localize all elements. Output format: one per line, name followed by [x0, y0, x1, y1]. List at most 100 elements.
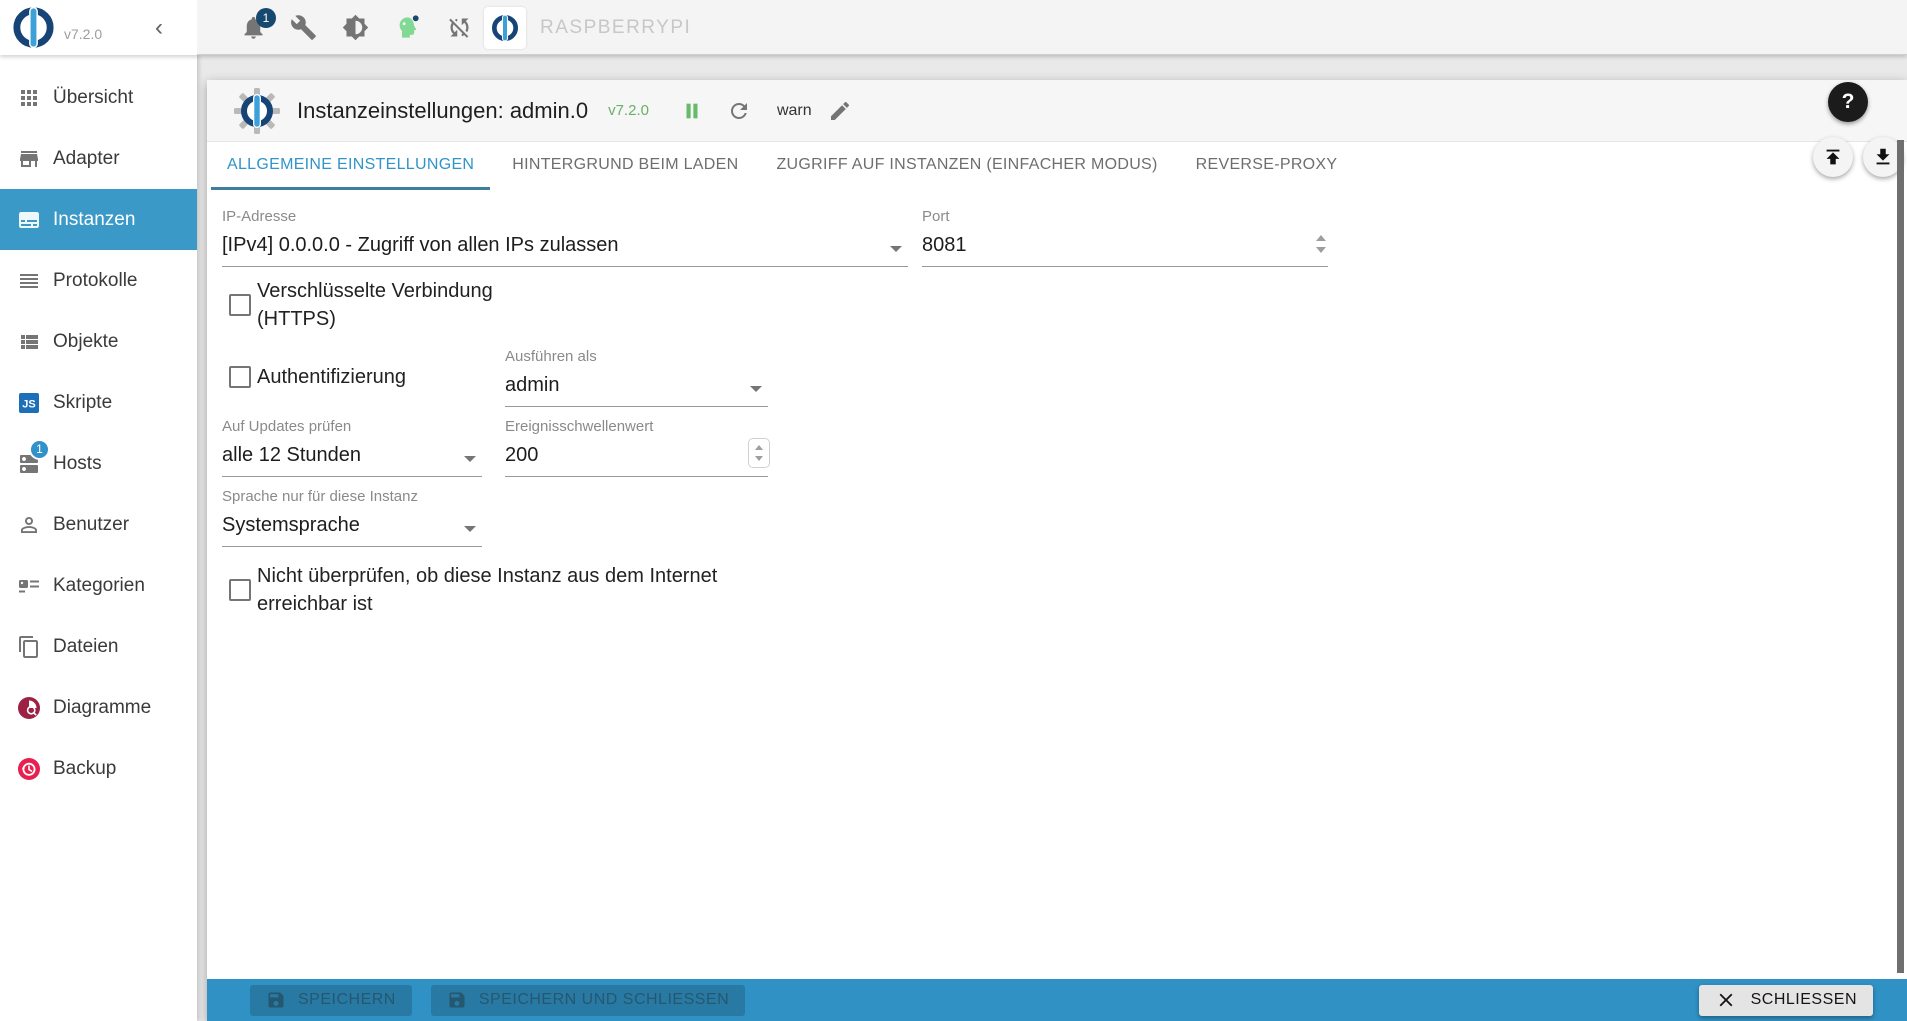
sidebar-item-label: Skripte [53, 391, 113, 413]
sidebar-item-instanzen[interactable]: Instanzen [0, 189, 197, 250]
sidebar-item-backup[interactable]: Backup [0, 738, 197, 799]
ip-address-field: IP-Adresse [IPv4] 0.0.0.0 - Zugriff von … [222, 208, 908, 267]
check-updates-value: alle 12 Stunden [222, 444, 362, 466]
tab-zugriff-auf-instanzen[interactable]: ZUGRIFF AUF INSTANZEN (EINFACHER MODUS) [760, 142, 1173, 190]
save-button[interactable]: SPEICHERN [250, 984, 412, 1016]
edit-log-level-icon[interactable] [828, 99, 852, 123]
sidebar-item-protokolle[interactable]: Protokolle [0, 250, 197, 311]
tab-hintergrund-beim-laden[interactable]: HINTERGRUND BEIM LADEN [496, 142, 754, 190]
chevron-down-icon [464, 526, 476, 532]
pause-instance-icon[interactable] [681, 100, 703, 122]
sidebar-item-label: Diagramme [53, 696, 152, 718]
check-updates-select[interactable]: alle 12 Stunden [222, 437, 482, 477]
sidebar-item-diagramme[interactable]: Diagramme [0, 677, 197, 738]
close-icon [1719, 993, 1733, 1007]
internet-check-line2: erreichbar ist [257, 593, 373, 615]
log-lines-icon [20, 273, 38, 288]
check-updates-field: Auf Updates prüfen alle 12 Stunden [222, 418, 482, 477]
app-version: v7.2.0 [64, 26, 103, 42]
instances-card-icon [19, 211, 39, 228]
instance-version: v7.2.0 [608, 102, 649, 119]
sidebar-item-label: Instanzen [53, 208, 136, 230]
ip-address-value: [IPv4] 0.0.0.0 - Zugriff von allen IPs z… [222, 234, 619, 256]
sidebar-item-dateien[interactable]: Dateien [0, 616, 197, 677]
close-button[interactable]: SCHLIESSEN [1698, 984, 1873, 1016]
sync-disabled-icon[interactable] [446, 14, 473, 41]
backup-history-icon [18, 757, 40, 780]
scrollbar-thumb[interactable] [1897, 140, 1904, 973]
event-threshold-label: Ereignisschwellenwert [505, 418, 654, 435]
sidebar-item-label: Adapter [53, 147, 120, 169]
https-label-line1: Verschlüsselte Verbindung [257, 280, 493, 302]
chevron-down-icon [750, 386, 762, 392]
https-checkbox[interactable] [229, 294, 251, 316]
port-value: 8081 [922, 234, 967, 256]
sidebar-item-label: Kategorien [53, 574, 145, 596]
ip-address-select[interactable]: [IPv4] 0.0.0.0 - Zugriff von allen IPs z… [222, 227, 908, 267]
sidebar-item-uebersicht[interactable]: Übersicht [0, 67, 197, 128]
run-as-select[interactable]: admin [505, 367, 768, 407]
collapse-menu-icon[interactable]: ‹ [146, 16, 172, 42]
tab-reverse-proxy[interactable]: REVERSE-PROXY [1180, 142, 1354, 190]
restart-instance-icon[interactable] [727, 99, 751, 123]
help-button[interactable]: ? [1828, 82, 1868, 122]
sidebar-item-skripte[interactable]: JS Skripte [0, 372, 197, 433]
top-bar: v7.2.0 ‹ 1 RASPBERRYPI [0, 0, 1907, 55]
charts-pie-icon [18, 696, 40, 719]
event-threshold-value: 200 [505, 444, 539, 466]
sidebar-item-label: Hosts [53, 452, 102, 474]
auth-label[interactable]: Authentifizierung [257, 363, 406, 391]
user-icon [21, 516, 37, 533]
language-select[interactable]: Systemsprache [222, 507, 482, 547]
store-icon [20, 150, 38, 167]
internet-check-label[interactable]: Nicht überprüfen, ob diese Instanz aus d… [257, 562, 717, 618]
https-label[interactable]: Verschlüsselte Verbindung (HTTPS) [257, 277, 493, 333]
tab-allgemeine-einstellungen[interactable]: ALLGEMEINE EINSTELLUNGEN [211, 142, 491, 190]
close-button-label: SCHLIESSEN [1750, 991, 1857, 1008]
log-level-button[interactable]: warn [777, 102, 812, 120]
auth-checkbox[interactable] [229, 366, 251, 388]
event-threshold-input[interactable]: 200 [505, 437, 770, 477]
upload-icon [1826, 149, 1840, 165]
sidebar-item-label: Backup [53, 757, 117, 779]
internet-check-checkbox[interactable] [229, 579, 251, 601]
dialog-title: Instanzeinstellungen: admin.0 [297, 97, 589, 123]
sidebar-item-label: Benutzer [53, 513, 130, 535]
categories-icon [19, 579, 39, 592]
number-stepper[interactable] [748, 438, 770, 468]
https-label-line2: (HTTPS) [257, 308, 336, 330]
expert-mode-icon[interactable] [394, 14, 421, 41]
theme-brightness-icon[interactable] [342, 14, 369, 41]
sidebar-item-kategorien[interactable]: Kategorien [0, 555, 197, 616]
dialog-tabs: ALLGEMEINE EINSTELLUNGEN HINTERGRUND BEI… [207, 142, 1907, 190]
import-settings-button[interactable] [1813, 137, 1853, 177]
save-and-close-button[interactable]: SPEICHERN UND SCHLIESSEN [430, 984, 746, 1016]
wrench-settings-icon[interactable] [290, 14, 317, 41]
save-icon [449, 992, 465, 1008]
save-and-close-button-label: SPEICHERN UND SCHLIESSEN [478, 991, 730, 1008]
language-value: Systemsprache [222, 514, 360, 536]
sidebar-nav: Übersicht Adapter Instanzen Protokolle O… [0, 55, 197, 1021]
run-as-value: admin [505, 374, 560, 396]
number-stepper[interactable] [1314, 232, 1328, 256]
port-input[interactable]: 8081 [922, 227, 1328, 267]
sidebar-item-hosts[interactable]: 1 Hosts [0, 433, 197, 494]
sidebar-item-adapter[interactable]: Adapter [0, 128, 197, 189]
instance-settings-dialog: Instanzeinstellungen: admin.0 v7.2.0 war… [207, 80, 1907, 1021]
sidebar-item-benutzer[interactable]: Benutzer [0, 494, 197, 555]
sidebar-item-label: Dateien [53, 635, 119, 657]
chevron-down-icon [890, 246, 902, 252]
run-as-label: Ausführen als [505, 348, 597, 365]
save-button-label: SPEICHERN [298, 991, 396, 1008]
svg-text:JS: JS [22, 398, 35, 410]
chevron-down-icon [464, 456, 476, 462]
internet-check-line1: Nicht überprüfen, ob diese Instanz aus d… [257, 565, 718, 587]
javascript-icon: JS [19, 392, 39, 413]
sidebar-item-objekte[interactable]: Objekte [0, 311, 197, 372]
dialog-footer: SPEICHERN SPEICHERN UND SCHLIESSEN SCHLI… [207, 979, 1907, 1021]
host-logo[interactable] [484, 7, 526, 49]
files-copy-icon [19, 635, 38, 658]
iobroker-host-icon [492, 14, 518, 42]
run-as-field: Ausführen als admin [505, 348, 768, 407]
app-root: v7.2.0 ‹ 1 RASPBERRYPI Übersicht Adapter… [0, 0, 1907, 1021]
